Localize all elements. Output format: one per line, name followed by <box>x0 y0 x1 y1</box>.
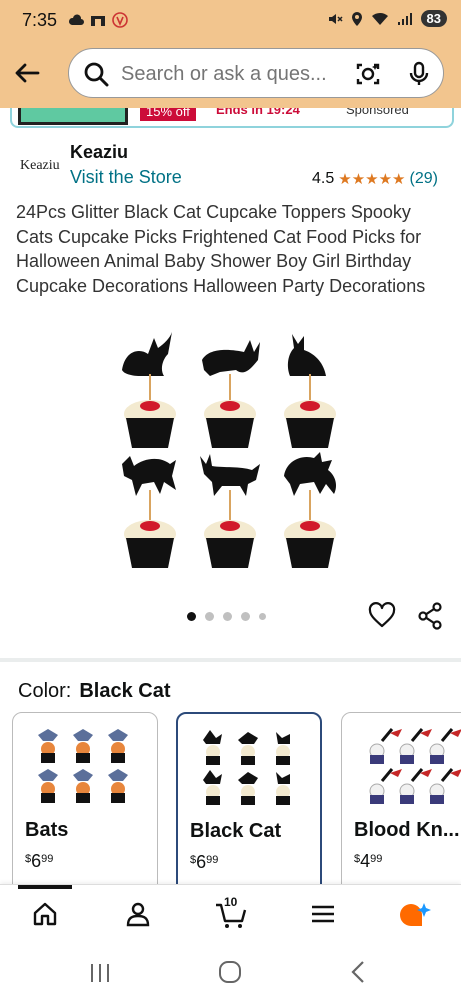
swatch-name: Blood Kn... <box>354 819 460 841</box>
battery-level: 83 <box>420 10 447 27</box>
price-currency: $ <box>25 853 32 865</box>
ad-deal-badge: 15% off <box>140 108 196 121</box>
rating-value: 4.5 <box>312 170 335 187</box>
signal-icon <box>397 12 412 25</box>
store-icon <box>91 16 105 26</box>
home-icon <box>33 902 57 926</box>
search-bar[interactable] <box>68 48 444 98</box>
nav-menu[interactable] <box>310 901 336 932</box>
ad-sponsored-label: Sponsored <box>346 108 409 117</box>
ad-ends-timer: Ends in 19:24 <box>216 108 300 117</box>
swatch-image-bats <box>38 729 128 803</box>
carousel-dot[interactable] <box>241 612 250 621</box>
bottom-nav-bar: 10 <box>0 884 461 949</box>
nav-home[interactable] <box>32 901 58 932</box>
price-currency: $ <box>190 854 197 866</box>
header <box>0 44 461 108</box>
carousel-dot[interactable] <box>205 612 214 621</box>
camera-lens-icon[interactable] <box>355 61 381 87</box>
save-to-list-button[interactable] <box>368 602 396 635</box>
nav-account[interactable] <box>125 901 151 932</box>
selected-color-value: Black Cat <box>79 680 171 702</box>
color-label-text: Color: <box>18 680 72 702</box>
wifi-icon <box>371 12 388 25</box>
product-image[interactable] <box>110 330 350 570</box>
carousel-dot[interactable] <box>259 613 266 620</box>
mic-icon[interactable] <box>409 61 429 87</box>
share-icon <box>418 602 442 630</box>
cloud-icon <box>68 14 84 25</box>
mute-icon <box>328 13 343 24</box>
rating-summary[interactable]: 4.5 ★★★★★ (29) <box>312 170 438 188</box>
swatch-price: $699 <box>190 852 218 873</box>
heart-icon <box>368 602 396 628</box>
price-whole: 6 <box>31 851 42 871</box>
search-input[interactable] <box>119 62 363 87</box>
back-button[interactable] <box>12 58 42 88</box>
brand-logo[interactable]: Keaziu <box>20 158 60 174</box>
swatch-image-black-cat <box>203 730 290 805</box>
cupcake-row-top <box>122 332 336 448</box>
active-tab-indicator <box>18 885 72 889</box>
swatch-price: $699 <box>25 851 53 872</box>
cart-count-badge: 10 <box>224 895 238 909</box>
menu-icon <box>312 905 334 923</box>
nav-cart[interactable]: 10 <box>214 895 248 934</box>
section-divider <box>0 658 461 662</box>
carousel-dot[interactable] <box>223 612 232 621</box>
system-navigation-bar <box>0 948 461 1000</box>
cupcake-row-bottom <box>122 452 336 568</box>
status-notification-icons <box>68 12 128 28</box>
rating-count[interactable]: (29) <box>410 170 438 188</box>
price-whole: 6 <box>196 852 207 872</box>
status-bar: 7:35 83 <box>0 0 461 44</box>
recent-apps-icon[interactable] <box>88 962 112 984</box>
price-cents: 99 <box>206 854 219 866</box>
rufus-icon <box>400 903 431 926</box>
swatch-price: $499 <box>354 851 382 872</box>
back-arrow-icon <box>15 63 40 83</box>
price-cents: 99 <box>370 853 383 865</box>
price-currency: $ <box>354 853 361 865</box>
product-title: 24Pcs Glitter Black Cat Cupcake Toppers … <box>16 202 426 296</box>
account-icon <box>126 902 150 927</box>
brand-row: Keaziu Keaziu Visit the Store 4.5 ★★★★★ … <box>0 140 461 190</box>
rating-stars: ★★★★★ <box>338 171 406 188</box>
swatch-image-blood-knife <box>369 728 461 804</box>
color-option-blood-knife[interactable]: Blood Kn... $499 <box>341 712 461 912</box>
location-icon <box>351 11 362 26</box>
brand-name: Keaziu <box>70 142 129 162</box>
price-whole: 4 <box>360 851 371 871</box>
swatch-name: Black Cat <box>190 820 282 842</box>
swatch-name: Bats <box>25 819 69 841</box>
vpn-shield-icon <box>112 12 128 28</box>
system-back-icon[interactable] <box>348 960 368 984</box>
sponsored-ad-banner[interactable]: 15% off Ends in 19:24 Sponsored <box>0 108 461 130</box>
home-circle-icon[interactable] <box>218 960 242 984</box>
image-carousel-indicator[interactable] <box>187 612 266 621</box>
color-option-black-cat[interactable]: Black Cat $699 <box>176 712 322 912</box>
status-time: 7:35 <box>22 10 58 30</box>
visit-store-link[interactable]: Visit the Store <box>70 167 182 188</box>
color-option-bats[interactable]: Bats $699 <box>12 712 158 912</box>
share-button[interactable] <box>416 602 444 635</box>
carousel-dot[interactable] <box>187 612 196 621</box>
search-icon <box>84 62 109 87</box>
ad-image <box>18 108 128 125</box>
color-selection-label: Color: Black Cat <box>18 680 171 703</box>
nav-rufus[interactable] <box>398 901 432 934</box>
price-cents: 99 <box>41 853 54 865</box>
status-system-icons: 83 <box>327 10 447 27</box>
